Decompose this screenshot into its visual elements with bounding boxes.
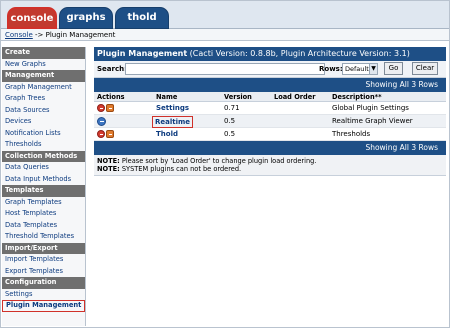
sidebar-head-management: Management bbox=[2, 70, 85, 82]
header-version[interactable]: Version bbox=[224, 92, 252, 102]
sidebar-item-devices[interactable]: Devices bbox=[2, 116, 85, 128]
sidebar-item-graph-trees[interactable]: Graph Trees bbox=[2, 93, 85, 105]
table-row: Settings 0.71 Global Plugin Settings bbox=[94, 102, 446, 115]
sidebar-item-threshold-templates[interactable]: Threshold Templates bbox=[2, 231, 85, 243]
tab-console[interactable]: console bbox=[7, 7, 57, 29]
breadcrumb-separator: -> bbox=[32, 31, 46, 39]
sidebar-item-graph-management[interactable]: Graph Management bbox=[2, 82, 85, 94]
row-actions bbox=[97, 117, 106, 126]
note-text: Please sort by 'Load Order' to change pl… bbox=[119, 157, 317, 165]
sidebar-item-data-sources[interactable]: Data Sources bbox=[2, 105, 85, 117]
sidebar-item-host-templates[interactable]: Host Templates bbox=[2, 208, 85, 220]
plugin-description: Thresholds bbox=[332, 130, 371, 138]
sidebar-head-collection-methods: Collection Methods bbox=[2, 150, 85, 162]
panel-title: Plugin Management bbox=[97, 49, 188, 58]
sidebar-item-import-templates[interactable]: Import Templates bbox=[2, 254, 85, 266]
clear-button[interactable]: Clear bbox=[412, 62, 438, 75]
main-content: Plugin Management (Cacti Version: 0.8.8b… bbox=[94, 47, 446, 176]
search-label: Search: bbox=[97, 65, 127, 73]
rows-label: Rows: bbox=[319, 65, 343, 73]
sidebar-head-configuration: Configuration bbox=[2, 277, 85, 289]
sidebar-head-create: Create bbox=[2, 47, 85, 59]
table-header: Actions Name Version Load Order Descript… bbox=[94, 92, 446, 102]
tab-bar: console graphs thold bbox=[1, 1, 449, 29]
table-row: Realtime 0.5 Realtime Graph Viewer bbox=[94, 115, 446, 128]
table-row: Thold 0.5 Thresholds bbox=[94, 128, 446, 141]
header-actions: Actions bbox=[97, 93, 125, 101]
panel-version-info: (Cacti Version: 0.8.8b, Plugin Architect… bbox=[187, 49, 410, 58]
plugin-name-link[interactable]: Thold bbox=[156, 128, 178, 141]
tab-graphs[interactable]: graphs bbox=[59, 7, 113, 29]
breadcrumb: Console -> Plugin Management bbox=[1, 29, 449, 41]
search-input[interactable] bbox=[125, 63, 325, 75]
sidebar-head-templates: Templates bbox=[2, 185, 85, 197]
plugin-version: 0.5 bbox=[224, 117, 236, 125]
sidebar-item-plugin-management[interactable]: Plugin Management bbox=[2, 300, 85, 312]
panel-header: Plugin Management (Cacti Version: 0.8.8b… bbox=[94, 47, 446, 61]
sidebar-item-data-templates[interactable]: Data Templates bbox=[2, 220, 85, 232]
rows-select-value: Default bbox=[345, 65, 369, 73]
sidebar-item-new-graphs[interactable]: New Graphs bbox=[2, 59, 85, 71]
disable-icon[interactable] bbox=[106, 130, 114, 138]
header-name[interactable]: Name bbox=[156, 92, 177, 102]
plugin-name-link[interactable]: Settings bbox=[156, 102, 189, 115]
disable-icon[interactable] bbox=[106, 104, 114, 112]
note-line: NOTE: Please sort by 'Load Order' to cha… bbox=[97, 157, 443, 165]
note-label: NOTE: bbox=[97, 165, 120, 173]
row-actions bbox=[97, 104, 114, 112]
row-actions bbox=[97, 130, 114, 138]
uninstall-icon[interactable] bbox=[97, 130, 105, 138]
sidebar-item-data-queries[interactable]: Data Queries bbox=[2, 162, 85, 174]
notes-box: NOTE: Please sort by 'Load Order' to cha… bbox=[94, 155, 446, 176]
chevron-down-icon[interactable]: ▼ bbox=[369, 64, 377, 74]
breadcrumb-console-link[interactable]: Console bbox=[5, 31, 33, 39]
note-text: SYSTEM plugins can not be ordered. bbox=[119, 165, 242, 173]
sidebar-item-export-templates[interactable]: Export Templates bbox=[2, 266, 85, 278]
uninstall-icon[interactable] bbox=[97, 104, 105, 112]
sidebar-item-notification-lists[interactable]: Notification Lists bbox=[2, 128, 85, 140]
install-icon[interactable] bbox=[97, 117, 106, 126]
note-line: NOTE: SYSTEM plugins can not be ordered. bbox=[97, 165, 443, 173]
header-load-order[interactable]: Load Order bbox=[274, 92, 316, 102]
sidebar-item-thresholds[interactable]: Thresholds bbox=[2, 139, 85, 151]
plugin-version: 0.71 bbox=[224, 104, 240, 112]
row-count-bottom: Showing All 3 Rows bbox=[94, 141, 446, 155]
sidebar-item-data-input-methods[interactable]: Data Input Methods bbox=[2, 174, 85, 186]
sidebar-head-import-export: Import/Export bbox=[2, 242, 85, 254]
go-button[interactable]: Go bbox=[384, 62, 403, 75]
sidebar-item-settings[interactable]: Settings bbox=[2, 289, 85, 301]
rows-select[interactable]: Default ▼ bbox=[342, 63, 378, 75]
header-description[interactable]: Description** bbox=[332, 92, 382, 102]
plugin-version: 0.5 bbox=[224, 130, 236, 138]
filter-bar: Search: Rows: Default ▼ Go Clear bbox=[94, 61, 446, 78]
plugin-description: Global Plugin Settings bbox=[332, 104, 409, 112]
note-label: NOTE: bbox=[97, 157, 120, 165]
breadcrumb-current: Plugin Management bbox=[45, 31, 116, 39]
sidebar: Create New Graphs Management Graph Manag… bbox=[2, 47, 86, 326]
row-count-top: Showing All 3 Rows bbox=[94, 78, 446, 92]
plugin-description: Realtime Graph Viewer bbox=[332, 117, 413, 125]
plugin-name-link[interactable]: Realtime bbox=[152, 116, 194, 128]
tab-thold[interactable]: thold bbox=[115, 7, 169, 29]
sidebar-item-graph-templates[interactable]: Graph Templates bbox=[2, 197, 85, 209]
